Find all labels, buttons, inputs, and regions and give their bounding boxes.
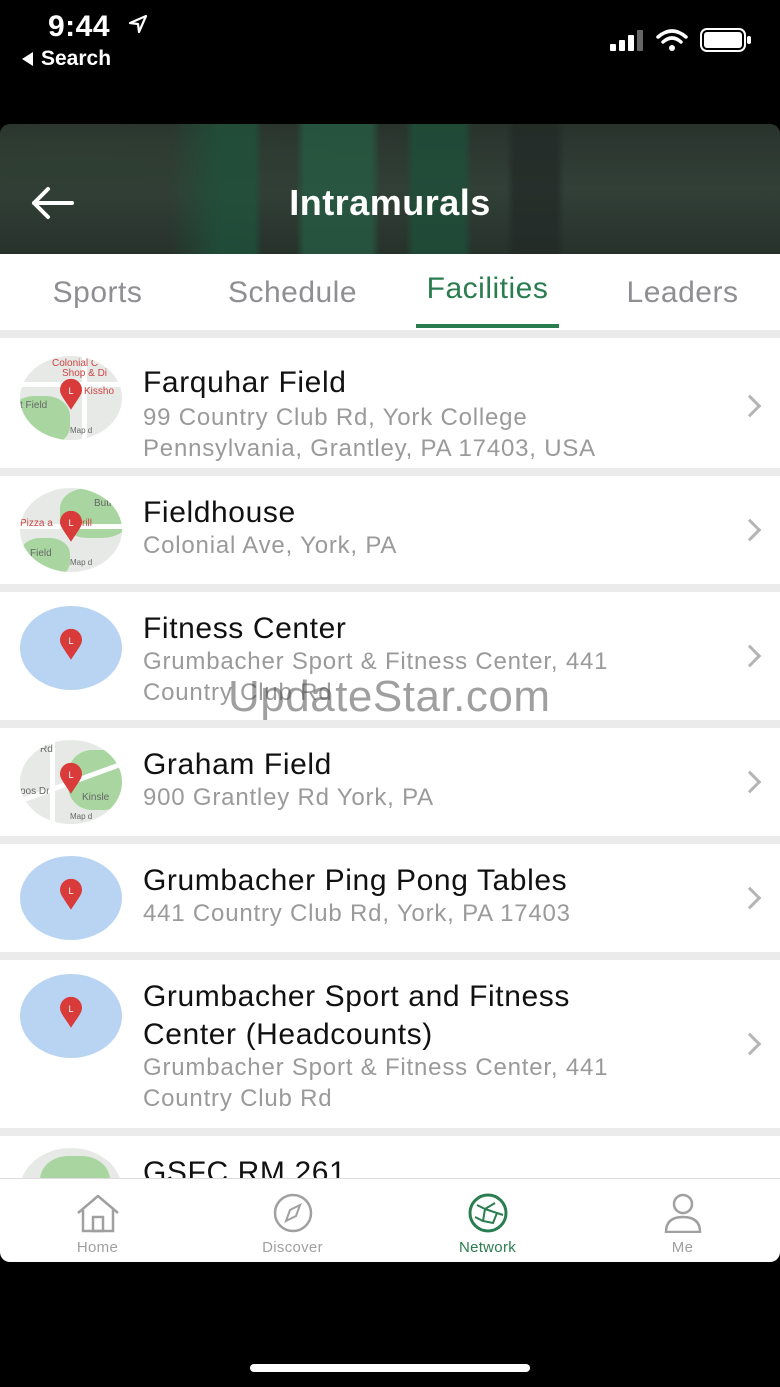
map-pin-icon: L	[60, 628, 82, 660]
list-item[interactable]: Butle Pizza a rill Field Map d L Fieldho…	[0, 476, 780, 584]
map-thumbnail: L	[20, 606, 122, 690]
status-bar: 9:44 Search	[0, 0, 780, 124]
facility-name: Farquhar Field	[143, 366, 347, 399]
watermark: UpdateStar.com	[228, 672, 551, 721]
tab-schedule-label: Schedule	[227, 276, 358, 309]
chevron-right-icon	[738, 1032, 762, 1056]
svg-text:L: L	[68, 886, 73, 896]
facility-address: Colonial Ave, York, PA	[143, 532, 398, 559]
facility-name: Grumbacher Sport and Fitness	[143, 980, 570, 1013]
tab-leaders[interactable]: Leaders	[585, 254, 780, 330]
nav-home[interactable]: Home	[0, 1179, 195, 1262]
chevron-right-icon	[738, 644, 762, 668]
compass-icon	[273, 1193, 312, 1233]
map-thumbnail: L	[20, 856, 122, 940]
map-pin-icon: L	[60, 510, 82, 542]
list-item[interactable]: Colonial C Shop & Di Kissho t Field Map …	[0, 338, 780, 468]
wifi-icon	[656, 29, 688, 51]
facility-name: Graham Field	[143, 748, 332, 781]
tab-leaders-label: Leaders	[626, 276, 739, 309]
map-pin-icon: L	[60, 996, 82, 1028]
page-title: Intramurals	[289, 182, 491, 223]
nav-network[interactable]: Network	[390, 1179, 585, 1262]
nav-me[interactable]: Me	[585, 1179, 780, 1262]
list-item[interactable]: L Grumbacher Ping Pong Tables 441 Countr…	[0, 844, 780, 952]
list-item[interactable]: L Grumbacher Sport and Fitness Center (H…	[0, 960, 780, 1128]
tab-schedule[interactable]: Schedule	[195, 254, 390, 330]
tab-facilities[interactable]: Facilities	[390, 254, 585, 330]
facility-name: Fieldhouse	[143, 496, 296, 529]
facility-name: Grumbacher Ping Pong Tables	[143, 864, 568, 897]
tab-bar: Sports Schedule Facilities Leaders	[0, 254, 780, 330]
location-arrow-icon	[128, 14, 148, 34]
nav-me-label: Me	[671, 1239, 694, 1256]
facility-address: 441 Country Club Rd, York, PA 17403	[143, 900, 571, 927]
nav-discover-label: Discover	[262, 1239, 323, 1256]
facility-address: 900 Grantley Rd York, PA	[143, 784, 434, 811]
svg-text:L: L	[68, 518, 73, 528]
map-thumbnail: Rd pos Dr Kinsle Map d L	[20, 740, 122, 824]
map-thumbnail: Colonial C Shop & Di Kissho t Field Map …	[20, 356, 122, 440]
signal-icon	[610, 30, 643, 51]
map-pin-icon: L	[60, 878, 82, 910]
chevron-right-icon	[738, 394, 762, 418]
status-icons	[610, 28, 752, 52]
clock: 9:44	[48, 10, 111, 43]
chevron-right-icon	[738, 886, 762, 910]
header-banner: Intramurals	[0, 124, 780, 254]
facility-list[interactable]: Colonial C Shop & Di Kissho t Field Map …	[0, 330, 780, 1178]
nav-network-label: Network	[458, 1239, 517, 1256]
map-pin-icon: L	[60, 378, 82, 410]
list-item[interactable]: GSFC RM 261	[0, 1136, 780, 1178]
battery-icon	[700, 28, 751, 52]
back-to-search-link[interactable]: Search	[22, 47, 111, 71]
nav-home-label: Home	[76, 1239, 119, 1256]
map-thumbnail	[20, 1148, 122, 1178]
facility-name: Fitness Center	[143, 612, 347, 645]
person-icon	[664, 1193, 701, 1233]
list-item[interactable]: Rd pos Dr Kinsle Map d L Graham Field 90…	[0, 728, 780, 836]
map-thumbnail: L	[20, 974, 122, 1058]
nav-discover[interactable]: Discover	[195, 1179, 390, 1262]
chevron-right-icon	[738, 770, 762, 794]
map-thumbnail: Butle Pizza a rill Field Map d L	[20, 488, 122, 572]
bottom-nav: Home Discover Network Me	[0, 1178, 780, 1262]
svg-text:L: L	[68, 1004, 73, 1014]
facility-address: 99 Country Club Rd, York College	[143, 404, 528, 431]
home-indicator[interactable]	[250, 1364, 530, 1372]
network-icon	[468, 1193, 507, 1233]
facility-name-line2: Center (Headcounts)	[143, 1018, 433, 1051]
facility-address: Grumbacher Sport & Fitness Center, 441	[143, 1054, 609, 1081]
facility-address-line2: Pennsylvania, Grantley, PA 17403, USA	[143, 435, 596, 462]
svg-text:L: L	[68, 636, 73, 646]
active-tab-indicator	[416, 324, 559, 328]
svg-text:L: L	[68, 386, 73, 396]
map-pin-icon: L	[60, 762, 82, 794]
svg-text:L: L	[68, 770, 73, 780]
tab-sports-label: Sports	[52, 276, 143, 309]
back-triangle-icon	[22, 52, 33, 66]
back-to-search-label: Search	[41, 47, 112, 70]
facility-address-line2: Country Club Rd	[143, 1085, 333, 1112]
chevron-right-icon	[738, 518, 762, 542]
home-icon	[76, 1194, 119, 1233]
tab-sports[interactable]: Sports	[0, 254, 195, 330]
tab-facilities-label: Facilities	[426, 272, 549, 305]
facility-name: GSFC RM 261	[143, 1156, 347, 1178]
